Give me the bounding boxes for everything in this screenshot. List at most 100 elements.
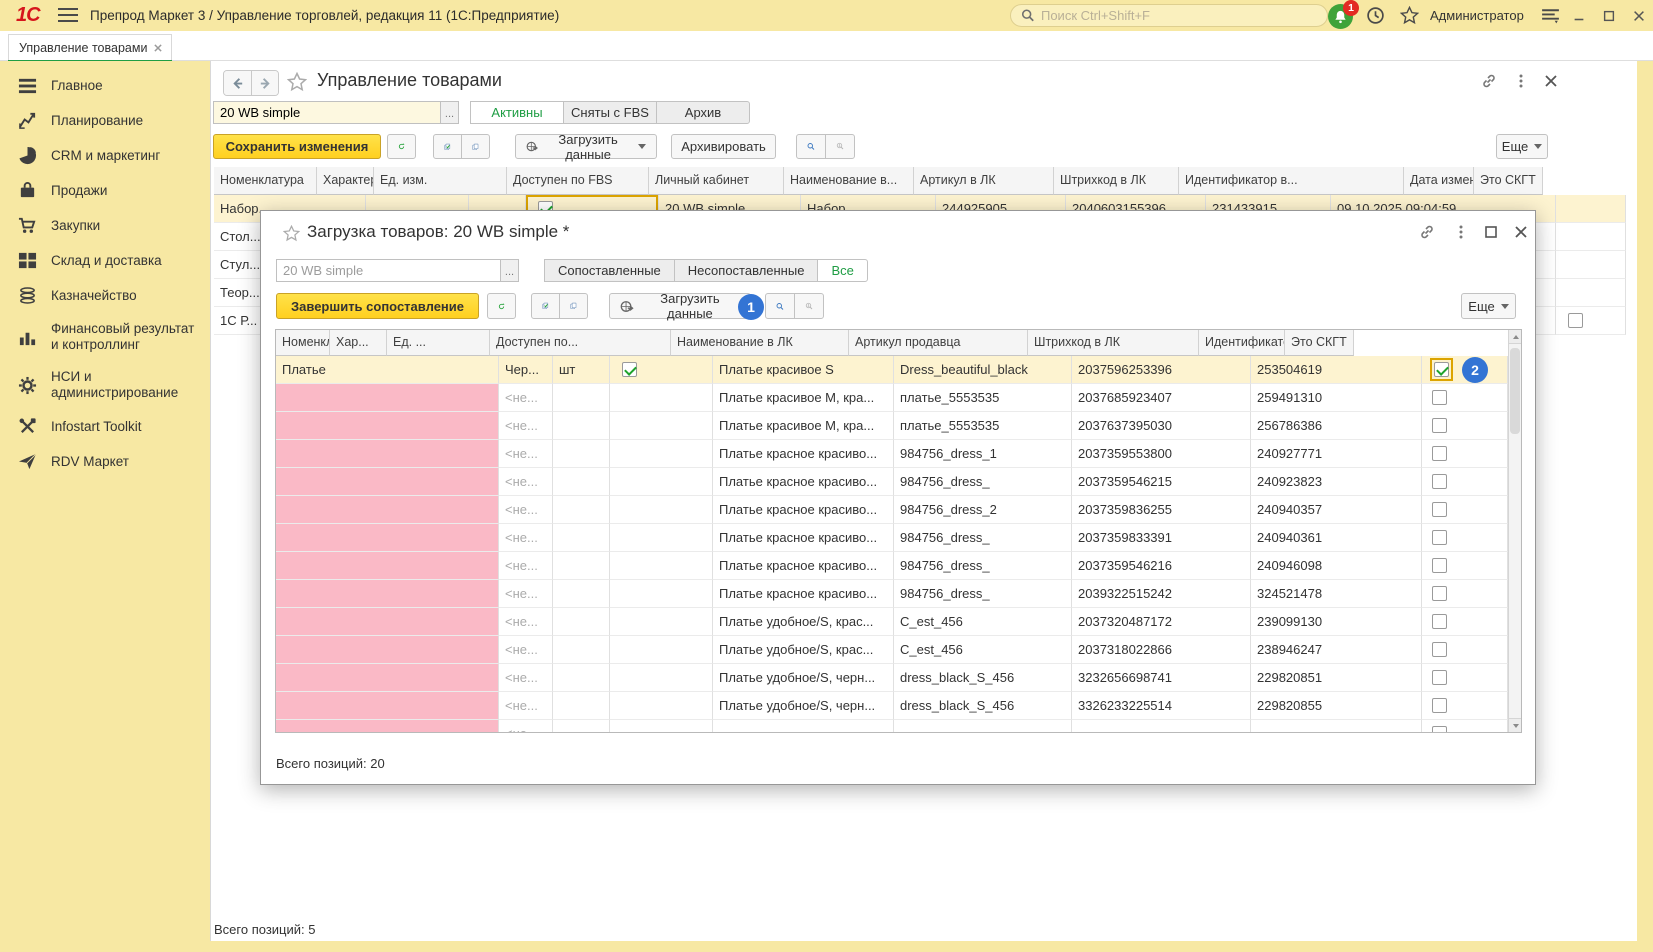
cabinet-filter-choose-button[interactable]: ... bbox=[441, 101, 459, 124]
get-link-icon[interactable] bbox=[1419, 224, 1435, 240]
table-row[interactable]: <не... Платье удобное/S, крас... C_est_4… bbox=[276, 608, 1508, 636]
table-row[interactable]: <не... Платье удобное/S, крас... C_est_4… bbox=[276, 636, 1508, 664]
get-link-icon[interactable] bbox=[1481, 73, 1497, 89]
segment-unmatched[interactable]: Несопоставленные bbox=[674, 259, 819, 282]
more-menu-icon[interactable] bbox=[1453, 224, 1469, 240]
table-row[interactable]: <не... Платье красное красиво... 984756_… bbox=[276, 440, 1508, 468]
column-header[interactable]: Это СКГТ bbox=[1474, 167, 1543, 195]
table-row[interactable]: <не... Платье красное красиво... 984756_… bbox=[276, 524, 1508, 552]
column-header[interactable]: Идентификатор в... bbox=[1179, 167, 1404, 195]
column-header[interactable]: Наименование в ЛК bbox=[671, 330, 849, 356]
table-row[interactable]: <не... Платье красивое М, кра... платье_… bbox=[276, 384, 1508, 412]
refresh-button[interactable] bbox=[387, 134, 416, 159]
table-row[interactable]: <не... Платье красное красиво... 984756_… bbox=[276, 468, 1508, 496]
skgt-checkbox[interactable] bbox=[1432, 502, 1447, 517]
column-header[interactable]: Личный кабинет bbox=[649, 167, 784, 195]
table-search-button[interactable] bbox=[765, 293, 795, 319]
segment-archive[interactable]: Архив bbox=[656, 101, 750, 124]
finish-matching-button[interactable]: Завершить сопоставление bbox=[276, 293, 479, 319]
clear-flags-button[interactable] bbox=[559, 293, 588, 319]
history-clock-icon[interactable] bbox=[1366, 6, 1385, 25]
skgt-checkbox[interactable] bbox=[1568, 313, 1583, 328]
skgt-checkbox[interactable] bbox=[1432, 642, 1447, 657]
sidebar-item-infostart[interactable]: Infostart Toolkit bbox=[0, 409, 210, 444]
scroll-down-button[interactable] bbox=[1509, 718, 1522, 732]
back-button[interactable] bbox=[224, 71, 251, 95]
close-dialog-icon[interactable] bbox=[1513, 224, 1529, 240]
more-menu-icon[interactable] bbox=[1513, 73, 1529, 89]
table-row[interactable]: Платье Чер... шт Платье красивое S Dress… bbox=[276, 356, 1508, 384]
segment-removed-fbs[interactable]: Сняты с FBS bbox=[563, 101, 657, 124]
sidebar-item-kaznacheystvo[interactable]: Казначейство bbox=[0, 278, 210, 313]
skgt-checkbox[interactable] bbox=[1432, 586, 1447, 601]
column-header[interactable]: Артикул в ЛК bbox=[914, 167, 1054, 195]
maximize-dialog-icon[interactable] bbox=[1483, 224, 1499, 240]
scroll-up-button[interactable] bbox=[1509, 330, 1522, 344]
skgt-checkbox[interactable] bbox=[1432, 698, 1447, 713]
table-row[interactable]: <не... Платье красное красиво... 984756_… bbox=[276, 552, 1508, 580]
cancel-search-button[interactable] bbox=[825, 134, 855, 159]
fbs-checkbox[interactable] bbox=[622, 362, 637, 377]
load-data-button[interactable]: Загрузить данные bbox=[515, 134, 657, 159]
column-header[interactable]: Номенклатура bbox=[276, 330, 330, 356]
skgt-checkbox[interactable] bbox=[1432, 390, 1447, 405]
table-row[interactable]: <не... Платье удобное/S, черн... dress_b… bbox=[276, 664, 1508, 692]
skgt-checkbox[interactable] bbox=[1432, 530, 1447, 545]
favorite-star-icon[interactable] bbox=[283, 225, 300, 242]
column-header[interactable]: Наименование в... bbox=[784, 167, 914, 195]
sidebar-item-sklad[interactable]: Склад и доставка bbox=[0, 243, 210, 278]
column-header[interactable]: Штрихкод в ЛК bbox=[1054, 167, 1179, 195]
save-changes-button[interactable]: Сохранить изменения bbox=[213, 134, 381, 159]
global-search-input[interactable] bbox=[1041, 8, 1317, 23]
more-actions-button[interactable]: Еще bbox=[1496, 134, 1548, 159]
refresh-button[interactable] bbox=[487, 293, 516, 319]
sidebar-item-zakupki[interactable]: Закупки bbox=[0, 208, 210, 243]
close-window-button[interactable] bbox=[1630, 7, 1647, 24]
service-menu-icon[interactable] bbox=[1540, 6, 1561, 25]
column-header[interactable]: Идентификатор в ЛК bbox=[1199, 330, 1285, 356]
main-menu-icon[interactable] bbox=[58, 8, 78, 23]
tab-close-icon[interactable] bbox=[153, 43, 163, 53]
vertical-scrollbar[interactable] bbox=[1508, 330, 1521, 732]
more-actions-button[interactable]: Еще bbox=[1461, 293, 1516, 319]
column-header[interactable]: Штрихкод в ЛК bbox=[1028, 330, 1199, 356]
cabinet-filter-input[interactable] bbox=[213, 101, 441, 124]
sidebar-item-crm[interactable]: CRM и маркетинг bbox=[0, 138, 210, 173]
skgt-checkbox[interactable] bbox=[1432, 670, 1447, 685]
dialog-cabinet-filter-input[interactable] bbox=[276, 259, 501, 282]
column-header[interactable]: Номенклатура bbox=[214, 167, 317, 195]
archive-button[interactable]: Архивировать bbox=[671, 134, 776, 159]
cancel-search-button[interactable] bbox=[794, 293, 824, 319]
skgt-checkbox[interactable] bbox=[1432, 558, 1447, 573]
matching-table[interactable]: НоменклатураХар...Ед. ...Доступен по...Н… bbox=[275, 329, 1522, 733]
column-header[interactable]: Ед. изм. bbox=[374, 167, 507, 195]
skgt-checkbox[interactable] bbox=[1432, 474, 1447, 489]
table-row[interactable]: <не... Платье удобное/S, черн... dress_b… bbox=[276, 692, 1508, 720]
column-header[interactable]: Характеристика bbox=[317, 167, 374, 195]
favorite-star-icon[interactable] bbox=[287, 72, 307, 92]
segment-all[interactable]: Все bbox=[817, 259, 867, 282]
tab-product-management[interactable]: Управление товарами bbox=[8, 34, 172, 61]
minimize-button[interactable] bbox=[1570, 7, 1587, 24]
close-form-icon[interactable] bbox=[1543, 73, 1559, 89]
sidebar-item-rdv[interactable]: RDV Маркет bbox=[0, 444, 210, 479]
column-header[interactable]: Хар... bbox=[330, 330, 387, 356]
maximize-button[interactable] bbox=[1600, 7, 1617, 24]
column-header[interactable]: Это СКГТ bbox=[1285, 330, 1354, 356]
sidebar-item-planirovanie[interactable]: Планирование bbox=[0, 103, 210, 138]
sidebar-item-finrezultat[interactable]: Финансовый результат и контроллинг bbox=[0, 313, 210, 361]
column-header[interactable]: Артикул продавца bbox=[849, 330, 1028, 356]
skgt-checkbox[interactable] bbox=[1434, 362, 1449, 377]
skgt-checkbox[interactable] bbox=[1432, 418, 1447, 433]
skgt-checkbox[interactable] bbox=[1432, 726, 1447, 733]
segment-matched[interactable]: Сопоставленные bbox=[544, 259, 675, 282]
column-header[interactable]: Дата изменения bbox=[1404, 167, 1474, 195]
set-flags-button[interactable] bbox=[531, 293, 560, 319]
favorites-star-icon[interactable] bbox=[1400, 6, 1419, 25]
table-row[interactable]: <не... Платье красное красиво... 984756_… bbox=[276, 580, 1508, 608]
set-flags-button[interactable] bbox=[433, 134, 462, 159]
column-header[interactable]: Доступен по... bbox=[490, 330, 671, 356]
sidebar-item-glavnoe[interactable]: Главное bbox=[0, 68, 210, 103]
column-header[interactable]: Ед. ... bbox=[387, 330, 490, 356]
dialog-filter-choose-button[interactable]: ... bbox=[501, 259, 519, 282]
